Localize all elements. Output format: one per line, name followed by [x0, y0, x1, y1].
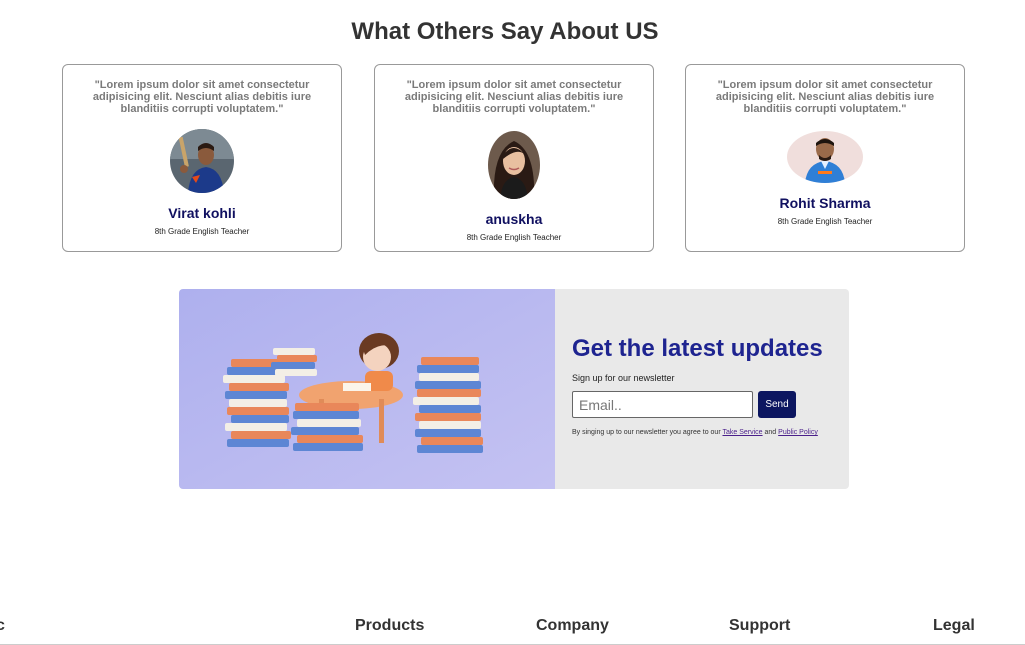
- testimonial-card: "Lorem ipsum dolor sit amet consectetur …: [685, 64, 965, 252]
- public-policy-link[interactable]: Public Policy: [778, 429, 818, 436]
- footer: c Products Company Support Legal: [0, 612, 1025, 645]
- testimonial-name: Virat kohli: [168, 205, 236, 221]
- footer-logo-fragment: c: [0, 617, 5, 634]
- testimonial-quote: "Lorem ipsum dolor sit amet consectetur …: [404, 79, 624, 115]
- terms-text: By singing up to our newsletter you agre…: [572, 429, 721, 436]
- testimonial-role: 8th Grade English Teacher: [154, 227, 250, 236]
- footer-heading-company[interactable]: Company: [536, 617, 609, 635]
- testimonial-role: 8th Grade English Teacher: [466, 233, 562, 242]
- footer-heading-products[interactable]: Products: [355, 617, 424, 635]
- testimonials-title: What Others Say About US: [351, 18, 659, 45]
- avatar: [787, 131, 863, 183]
- newsletter-terms: By singing up to our newsletter you agre…: [572, 428, 834, 437]
- testimonial-quote: "Lorem ipsum dolor sit amet consectetur …: [715, 79, 935, 115]
- testimonial-name: Rohit Sharma: [779, 195, 871, 211]
- send-button[interactable]: Send: [758, 391, 796, 418]
- testimonial-card: "Lorem ipsum dolor sit amet consectetur …: [374, 64, 654, 252]
- newsletter-banner: Get the latest updates Sign up for our n…: [179, 289, 849, 489]
- newsletter-subtitle: Sign up for our newsletter: [572, 373, 675, 383]
- testimonial-role: 8th Grade English Teacher: [777, 217, 873, 226]
- avatar: [488, 131, 540, 199]
- newsletter-form: Send: [572, 391, 849, 418]
- email-input[interactable]: [572, 391, 753, 418]
- terms-and-text: and: [764, 429, 777, 436]
- avatar: [170, 129, 234, 193]
- newsletter-illustration: [179, 289, 555, 489]
- testimonial-name: anuskha: [485, 211, 543, 227]
- take-service-link[interactable]: Take Service: [722, 429, 762, 436]
- testimonial-quote: "Lorem ipsum dolor sit amet consectetur …: [92, 79, 312, 115]
- testimonial-card: "Lorem ipsum dolor sit amet consectetur …: [62, 64, 342, 252]
- newsletter-panel: Get the latest updates Sign up for our n…: [555, 289, 849, 489]
- newsletter-title: Get the latest updates: [572, 335, 823, 362]
- footer-heading-support[interactable]: Support: [729, 617, 790, 635]
- footer-heading-legal[interactable]: Legal: [933, 617, 975, 635]
